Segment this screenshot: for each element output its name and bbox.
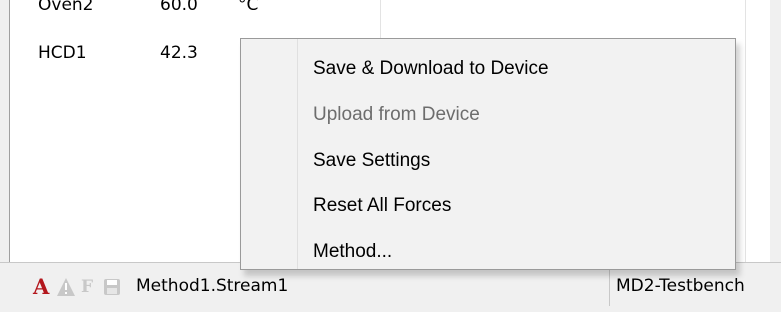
menu-icon-gutter (297, 39, 298, 269)
alarm-a-icon[interactable]: A (33, 276, 51, 298)
row-name: HCD1 (38, 43, 87, 63)
menu-item-save-settings[interactable]: Save Settings (313, 144, 430, 178)
context-menu: Save & Download to Device Upload from De… (240, 38, 736, 270)
row-name: Oven2 (38, 0, 94, 15)
window-left-frame (0, 0, 10, 262)
force-f-icon[interactable]: F (81, 276, 97, 298)
menu-item-method[interactable]: Method... (313, 235, 392, 269)
row-unit: °C (238, 0, 259, 15)
menu-item-save-download[interactable]: Save & Download to Device (313, 52, 549, 86)
warning-icon[interactable] (56, 276, 76, 298)
save-icon[interactable] (103, 276, 121, 298)
menu-item-reset-all-forces[interactable]: Reset All Forces (313, 189, 451, 223)
column-divider (745, 0, 746, 262)
row-value: 42.3 (160, 43, 198, 63)
row-value: 60.0 (160, 0, 198, 15)
menu-item-upload-from-device[interactable]: Upload from Device (313, 98, 480, 132)
